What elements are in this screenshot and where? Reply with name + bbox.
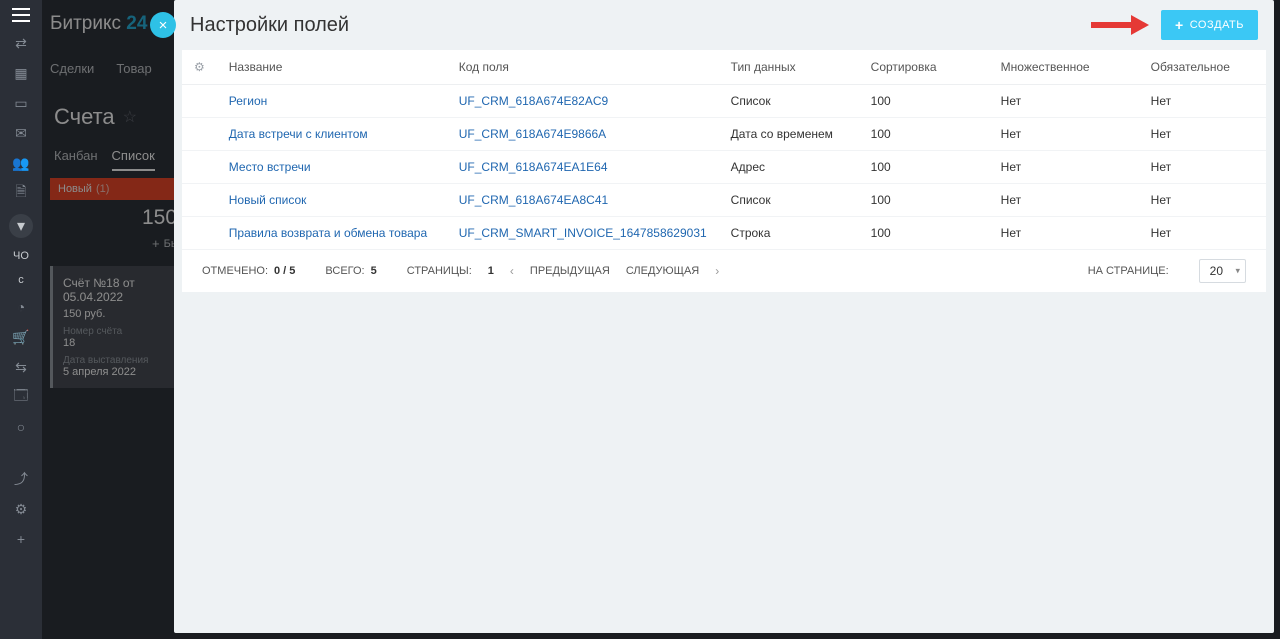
nav-icon-1[interactable]: ⇄	[12, 34, 30, 52]
field-settings-panel: Настройки полей + СОЗДАТЬ ⚙ Название Код…	[174, 0, 1274, 633]
fields-table: ⚙ Название Код поля Тип данных Сортировк…	[182, 50, 1266, 292]
table-row[interactable]: Дата встречи с клиентом UF_CRM_618A674E98…	[182, 118, 1266, 151]
per-page-select[interactable]: 20	[1199, 259, 1246, 283]
row-required: Нет	[1139, 85, 1266, 118]
table-row[interactable]: Новый список UF_CRM_618A674EA8C41 Список10…	[182, 184, 1266, 217]
row-multi: Нет	[989, 217, 1139, 250]
chevron-right-icon[interactable]: ›	[715, 264, 719, 278]
nav-icon-6[interactable]: 🗎	[12, 184, 30, 202]
add-icon[interactable]: +	[12, 530, 30, 548]
row-required: Нет	[1139, 184, 1266, 217]
guide-arrow-icon	[1091, 15, 1155, 35]
avatar-initials[interactable]: ЧО	[13, 250, 29, 262]
hamburger-icon[interactable]	[12, 8, 30, 22]
nav-icon-4[interactable]: ✉	[12, 124, 30, 142]
panel-header: Настройки полей + СОЗДАТЬ	[174, 0, 1274, 50]
table-row[interactable]: РегионUF_CRM_618A674E82AC9Список100НетНе…	[182, 85, 1266, 118]
pages-value: 1	[488, 265, 494, 277]
selected-label: ОТМЕЧЕНО:	[202, 265, 268, 277]
per-page-label: НА СТРАНИЦЕ:	[1088, 265, 1169, 277]
row-name-link[interactable]: Место встречи	[229, 160, 311, 174]
nav-icon-5[interactable]: 👥	[12, 154, 30, 172]
funnel-icon[interactable]: ▾	[9, 214, 33, 238]
table-row[interactable]: Место встречи UF_CRM_618A674EA1E64 Адрес10…	[182, 151, 1266, 184]
col-name[interactable]: Название	[217, 50, 447, 85]
pager-bar: ОТМЕЧЕНО: 0 / 5 ВСЕГО: 5 СТРАНИЦЫ: 1 ‹ П…	[182, 250, 1266, 292]
pages-label: СТРАНИЦЫ:	[407, 265, 472, 277]
nav-icon-7[interactable]: ◔	[12, 298, 30, 316]
row-name-link[interactable]: Новый список	[229, 193, 307, 207]
row-type: Адрес	[719, 151, 859, 184]
col-code[interactable]: Код поля	[447, 50, 719, 85]
col-required[interactable]: Обязательное	[1139, 50, 1266, 85]
row-multi: Нет	[989, 151, 1139, 184]
row-code-link[interactable]: UF_CRM_618A674E82AC9	[459, 94, 608, 108]
row-multi: Нет	[989, 85, 1139, 118]
col-sort[interactable]: Сортировка	[859, 50, 989, 85]
pager-next[interactable]: СЛЕДУЮЩАЯ	[626, 265, 699, 277]
row-sort: 100	[859, 118, 989, 151]
row-type: Список	[719, 184, 859, 217]
plus-icon: +	[1175, 17, 1184, 33]
create-button[interactable]: + СОЗДАТЬ	[1161, 10, 1258, 40]
close-panel-button[interactable]: ×	[150, 12, 176, 38]
total-value: 5	[371, 265, 377, 277]
gear-icon[interactable]: ⚙	[194, 60, 205, 74]
panel-title: Настройки полей	[190, 14, 1091, 37]
col-multi[interactable]: Множественное	[989, 50, 1139, 85]
nav-icon-13[interactable]: ⚙	[12, 500, 30, 518]
row-code-link[interactable]: UF_CRM_SMART_INVOICE_1647858629031	[459, 226, 707, 240]
nav-icon-9[interactable]: ⇆	[12, 358, 30, 376]
row-sort: 100	[859, 184, 989, 217]
table-row[interactable]: Правила возврата и обмена товара UF_CRM_S…	[182, 217, 1266, 250]
row-name-link[interactable]: Дата встречи с клиентом	[229, 127, 368, 141]
row-type: Строка	[719, 217, 859, 250]
row-sort: 100	[859, 85, 989, 118]
row-required: Нет	[1139, 151, 1266, 184]
row-sort: 100	[859, 217, 989, 250]
row-multi: Нет	[989, 184, 1139, 217]
nav-icon-3[interactable]: ▭	[12, 94, 30, 112]
nav-icon-11[interactable]: ○	[12, 418, 30, 436]
nav-icon-2[interactable]: ▦	[12, 64, 30, 82]
row-code-link[interactable]: UF_CRM_618A674EA1E64	[459, 160, 608, 174]
nav-icon-10[interactable]: 🗔	[12, 388, 30, 406]
row-multi: Нет	[989, 118, 1139, 151]
row-code-link[interactable]: UF_CRM_618A674E9866A	[459, 127, 606, 141]
row-required: Нет	[1139, 118, 1266, 151]
nav-icon-12[interactable]: ⤴	[12, 470, 30, 488]
row-type: Список	[719, 85, 859, 118]
pager-prev[interactable]: ПРЕДЫДУЩАЯ	[530, 265, 610, 277]
row-code-link[interactable]: UF_CRM_618A674EA8C41	[459, 193, 608, 207]
table-header-row: ⚙ Название Код поля Тип данных Сортировк…	[182, 50, 1266, 85]
row-type: Дата со временем	[719, 118, 859, 151]
total-label: ВСЕГО:	[325, 265, 364, 277]
col-type[interactable]: Тип данных	[719, 50, 859, 85]
row-required: Нет	[1139, 217, 1266, 250]
nav-icon-8[interactable]: 🛒	[12, 328, 30, 346]
left-sidebar: ⇄ ▦ ▭ ✉ 👥 🗎 ▾ ЧО с ◔ 🛒 ⇆ 🗔 ○ ⤴ ⚙ +	[0, 0, 42, 639]
row-name-link[interactable]: Правила возврата и обмена товара	[229, 226, 427, 240]
row-name-link[interactable]: Регион	[229, 94, 268, 108]
selected-value: 0 / 5	[274, 265, 295, 277]
chevron-left-icon[interactable]: ‹	[510, 264, 514, 278]
sidebar-stub: с	[18, 274, 24, 286]
row-sort: 100	[859, 151, 989, 184]
